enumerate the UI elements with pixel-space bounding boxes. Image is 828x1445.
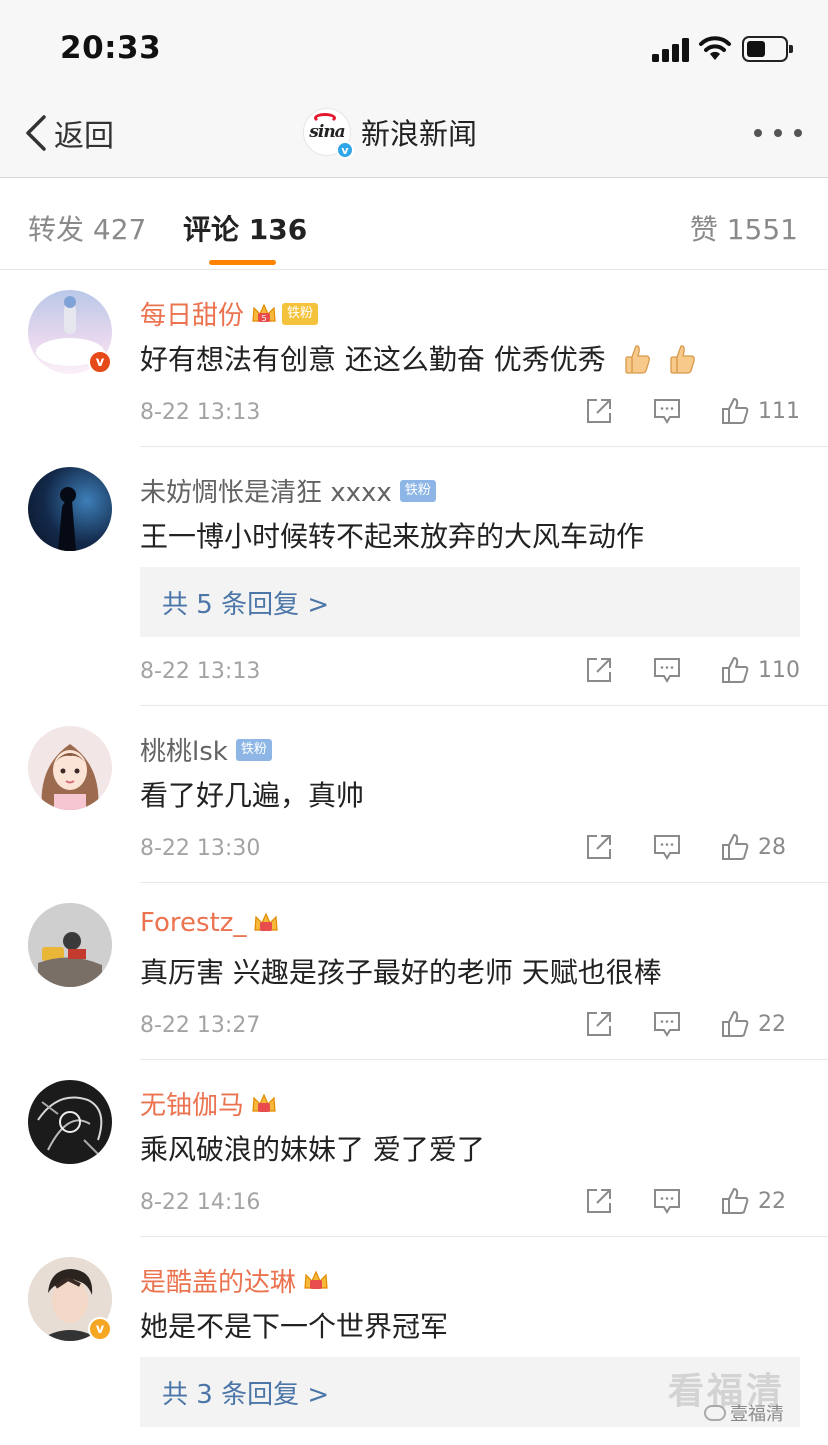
crown-icon: 5 (252, 303, 276, 323)
like-count: 110 (758, 657, 800, 683)
username[interactable]: 每日甜份 (140, 295, 244, 332)
like-count: 22 (758, 1188, 786, 1214)
divider (140, 1059, 828, 1060)
fan-badge: 铁粉 (399, 479, 436, 502)
thumbs-up-emoji-icon (669, 345, 695, 374)
page-title: 新浪新闻 (361, 117, 478, 151)
avatar[interactable] (28, 903, 112, 987)
fan-badge: 铁粉 (282, 302, 319, 325)
back-button[interactable]: 返回 (22, 110, 114, 156)
like-count: 111 (758, 398, 800, 424)
signal-icon (652, 38, 690, 62)
username[interactable]: Forestz_ (140, 908, 246, 938)
comment-text: 王一博小时候转不起来放弃的大风车动作 (140, 520, 645, 553)
like-icon[interactable] (720, 1009, 750, 1039)
comment-text: 她是不是下一个世界冠军 (140, 1310, 449, 1343)
crown-icon (252, 1093, 276, 1112)
comment-text: 看了好几遍，真帅 (140, 779, 365, 812)
comment-time: 8-22 13:13 (140, 400, 261, 425)
tab-bar: 转发 427 评论 136 赞 1551 (0, 188, 828, 270)
tab-repost[interactable]: 转发 427 (28, 208, 146, 248)
battery-icon (742, 36, 793, 62)
replies-link[interactable]: 共 5 条回复 > (162, 584, 329, 621)
comment-icon[interactable] (652, 832, 682, 862)
more-options-icon[interactable] (754, 128, 802, 138)
share-icon[interactable] (584, 1009, 614, 1039)
comment-list: v 每日甜份 5 铁粉 好有想法有创意 还这么勤奋 优秀优秀 8-22 13:1… (0, 270, 828, 706)
like-count: 22 (758, 1011, 786, 1037)
username[interactable]: 未妨惆怅是清狂 xxxx (140, 472, 392, 509)
wifi-icon (699, 36, 731, 60)
comment-text: 乘风破浪的妹妹了 爱了爱了 (140, 1133, 485, 1166)
comment-actions: 22 (584, 1186, 800, 1216)
comment-time: 8-22 14:16 (140, 1190, 261, 1215)
avatar[interactable] (28, 467, 112, 551)
username[interactable]: 无铀伽马 (140, 1085, 244, 1122)
like-icon[interactable] (720, 1186, 750, 1216)
comment-icon[interactable] (652, 1009, 682, 1039)
comment-item: v 每日甜份 5 铁粉 好有想法有创意 还这么勤奋 优秀优秀 8-22 13:1… (0, 270, 828, 447)
account-header[interactable]: sina v 新浪新闻 (303, 108, 478, 159)
comment-time: 8-22 13:13 (140, 659, 261, 684)
top-bar: 20:33 返回 sina v 新浪新闻 (0, 0, 828, 178)
share-icon[interactable] (584, 832, 614, 862)
active-tab-indicator (209, 260, 276, 265)
back-label: 返回 (54, 119, 114, 154)
username[interactable]: 是酷盖的达琳 (140, 1262, 296, 1299)
replies-box[interactable]: 共 5 条回复 > (140, 567, 800, 637)
sina-logo: sina v (303, 108, 354, 159)
comment-time: 8-22 13:30 (140, 836, 261, 861)
comment-actions: 111 (584, 396, 800, 426)
divider (140, 1236, 828, 1237)
avatar[interactable] (28, 1080, 112, 1164)
thumbs-up-emoji-icon (625, 345, 650, 374)
share-icon[interactable] (584, 396, 614, 426)
comment-text: 真厉害 兴趣是孩子最好的老师 天赋也很棒 (140, 956, 662, 989)
like-icon[interactable] (720, 832, 750, 862)
comment-icon[interactable] (652, 396, 682, 426)
comment-icon[interactable] (652, 1186, 682, 1216)
svg-text:5: 5 (261, 314, 266, 323)
username[interactable]: 桃桃lsk (140, 731, 228, 768)
verified-icon: v (336, 141, 354, 159)
comment-actions: 28 (584, 832, 800, 862)
verified-badge-icon: v (88, 1317, 112, 1341)
replies-link[interactable]: 共 3 条回复 > (162, 1374, 329, 1411)
comment-time: 8-22 13:27 (140, 1013, 261, 1038)
comment-text: 好有想法有创意 还这么勤奋 优秀优秀 (140, 338, 696, 378)
comment-actions: 110 (584, 655, 800, 685)
wechat-icon (704, 1405, 726, 1421)
watermark-sub: 壹福清 (704, 1400, 784, 1426)
fan-badge: 铁粉 (235, 738, 272, 761)
crown-icon (254, 912, 279, 931)
avatar[interactable] (28, 726, 112, 810)
divider (140, 882, 828, 883)
sina-logo-text: sina (309, 122, 345, 142)
chevron-left-icon (26, 115, 46, 151)
status-time: 20:33 (60, 30, 162, 66)
like-count: 28 (758, 834, 786, 860)
like-icon[interactable] (720, 655, 750, 685)
comment-icon[interactable] (652, 655, 682, 685)
comment-actions: 22 (584, 1009, 800, 1039)
share-icon[interactable] (584, 655, 614, 685)
like-icon[interactable] (720, 396, 750, 426)
verified-badge-icon: v (88, 350, 112, 374)
tab-like[interactable]: 赞 1551 (690, 208, 798, 248)
divider (140, 705, 828, 706)
share-icon[interactable] (584, 1186, 614, 1216)
crown-icon (304, 1270, 328, 1289)
